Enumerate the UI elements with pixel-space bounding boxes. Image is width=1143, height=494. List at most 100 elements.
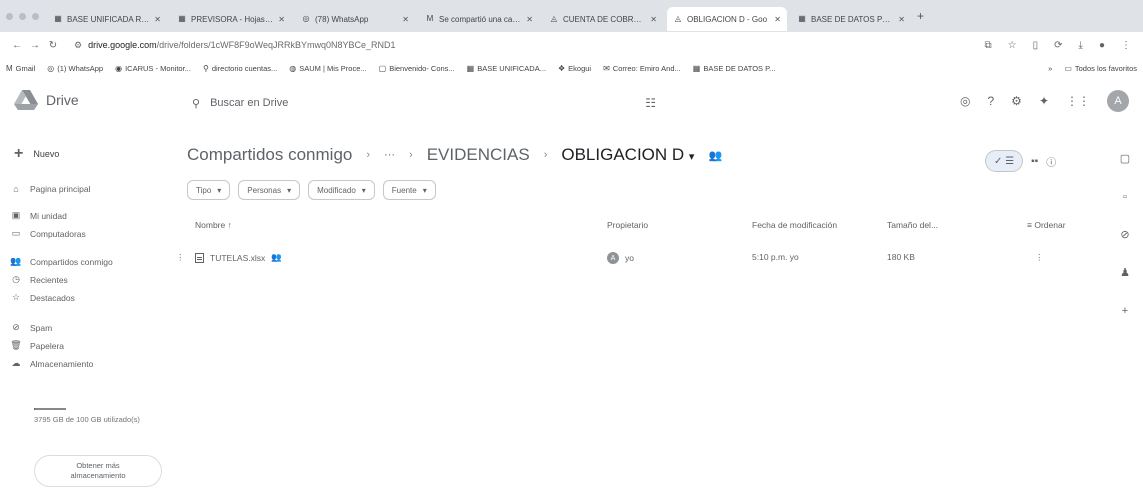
- bookmark-item[interactable]: ▦ BASE UNIFICADA...: [467, 64, 546, 73]
- size-column-header[interactable]: Tamaño del...: [887, 220, 938, 230]
- row-overflow-icon[interactable]: ⋮: [176, 252, 185, 263]
- close-icon[interactable]: ✕: [898, 15, 905, 24]
- bookmark-item[interactable]: ▢ Bienvenido- Cons...: [379, 64, 455, 73]
- url-field[interactable]: ⚙ drive.google.com /drive/folders/1cWF8F…: [68, 35, 948, 55]
- sort-options-label: Ordenar: [1034, 220, 1066, 230]
- gemini-sparkle-icon[interactable]: ✦: [1039, 94, 1049, 108]
- filter-chip[interactable]: Fuente ▾: [382, 180, 436, 200]
- owner-avatar: A: [607, 252, 619, 264]
- owner-column-header[interactable]: Propietario: [607, 220, 648, 230]
- browser-tab[interactable]: ▦ BASE DE DATOS PERS ✕: [791, 7, 911, 31]
- search-input[interactable]: ⚲ Buscar en Drive ☷: [180, 88, 670, 118]
- sync-icon[interactable]: ⟳: [1054, 40, 1062, 51]
- sidebar-item[interactable]: ◷ Recientes: [10, 274, 68, 285]
- gmail-icon: M: [426, 14, 434, 23]
- sidebar-item-label: Computadoras: [30, 228, 86, 239]
- browser-tab[interactable]: ▦ PREVISORA - Hojas de ✕: [171, 7, 291, 31]
- keep-icon[interactable]: ▫: [1123, 178, 1127, 216]
- account-avatar[interactable]: A: [1107, 90, 1129, 112]
- sidebar-item[interactable]: ⌂ Pagina principal: [10, 184, 90, 194]
- bookmark-item[interactable]: ◎ (1) WhatsApp: [47, 64, 103, 73]
- breadcrumb-ellipsis[interactable]: ···: [384, 149, 395, 161]
- all-bookmarks-label: Todos los favoritos: [1074, 63, 1137, 73]
- bookmark-item[interactable]: M Gmail: [6, 64, 35, 73]
- grid-view-icon[interactable]: ▪▪: [1031, 156, 1038, 167]
- chevron-right-icon: ›: [543, 149, 548, 161]
- browser-tab[interactable]: ▦ BASE UNIFICADA REGA ✕: [47, 7, 167, 31]
- details-info-icon[interactable]: ⓘ: [1046, 154, 1056, 169]
- maximize-window-dot[interactable]: [32, 12, 39, 20]
- close-icon[interactable]: ✕: [526, 15, 533, 24]
- bookmark-star-icon[interactable]: ☆: [1008, 40, 1017, 51]
- more-menu-icon[interactable]: ⋮: [1121, 40, 1131, 51]
- browser-tab[interactable]: ◎ (78) WhatsApp ✕: [295, 7, 415, 31]
- bookmark-item[interactable]: ❖ Ekogui: [558, 64, 591, 73]
- profile-icon[interactable]: ●: [1099, 40, 1105, 51]
- get-more-storage-button[interactable]: Obtener más almacenamiento: [34, 455, 162, 487]
- screenshot-icon[interactable]: ⧉: [985, 40, 992, 51]
- close-icon[interactable]: ✕: [278, 15, 285, 24]
- new-button[interactable]: + Nuevo: [14, 140, 59, 168]
- name-column-header[interactable]: Nombre ↑: [195, 220, 232, 230]
- close-icon[interactable]: ✕: [402, 15, 409, 24]
- sidebar-item[interactable]: ▭ Computadoras: [10, 228, 86, 239]
- forward-button[interactable]: →: [26, 40, 44, 51]
- extension-icon[interactable]: ▯: [1033, 40, 1039, 51]
- calendar-icon[interactable]: ▢: [1120, 140, 1130, 178]
- breadcrumb-current-folder[interactable]: OBLIGACION D ▾: [561, 145, 694, 165]
- file-name-cell[interactable]: TUTELAS.xlsx 👥: [195, 252, 282, 263]
- close-window-dot[interactable]: [6, 12, 13, 20]
- sidebar-item[interactable]: 👥 Compartidos conmigo: [10, 256, 112, 267]
- bookmark-item[interactable]: ⚲ directorio cuentas...: [203, 64, 277, 73]
- list-view-toggle[interactable]: ✓ ☰: [985, 150, 1024, 172]
- browser-tab[interactable]: M Se compartió una carpe ✕: [419, 7, 539, 31]
- window-controls[interactable]: [6, 12, 39, 20]
- add-addon-icon[interactable]: +: [1122, 292, 1128, 330]
- sidebar-item[interactable]: ☁ Almacenamiento: [10, 358, 94, 369]
- close-icon[interactable]: ✕: [650, 15, 657, 24]
- storage-usage-text: 3795 GB de 100 GB utilizado(s): [34, 415, 140, 424]
- settings-gear-icon[interactable]: ⚙: [1011, 94, 1022, 108]
- back-button[interactable]: ←: [8, 40, 26, 51]
- bookmark-item[interactable]: ◍ SAUM | Mis Proce...: [289, 64, 366, 73]
- breadcrumb-parent[interactable]: EVIDENCIAS: [427, 145, 530, 165]
- filter-chip[interactable]: Modificado ▾: [308, 180, 375, 200]
- search-icon[interactable]: ⚲: [192, 97, 200, 110]
- all-bookmarks-button[interactable]: ▭ Todos los favoritos: [1064, 64, 1137, 73]
- new-tab-button[interactable]: +: [917, 9, 924, 23]
- reload-button[interactable]: ↻: [44, 40, 62, 51]
- filter-chip[interactable]: Tipo ▾: [187, 180, 231, 200]
- url-path: /drive/folders/1cWF8F9oWeqJRRkBYmwq0N8YB…: [156, 40, 396, 50]
- file-row[interactable]: ⋮ TUTELAS.xlsx 👥 Ayo 5:10 p.m. yo 180 KB ⋮: [170, 246, 1057, 270]
- sort-arrow-up-icon[interactable]: ↑: [228, 220, 232, 230]
- sidebar-item[interactable]: ☆ Destacados: [10, 292, 75, 303]
- contacts-icon[interactable]: ♟: [1120, 254, 1130, 292]
- sidebar-item[interactable]: ▣ Mi unidad: [10, 210, 67, 221]
- bookmarks-overflow-icon[interactable]: »: [1048, 64, 1052, 73]
- close-icon[interactable]: ✕: [154, 15, 161, 24]
- breadcrumb-root[interactable]: Compartidos conmigo: [187, 145, 352, 165]
- apps-grid-icon[interactable]: ⋮⋮: [1066, 94, 1090, 108]
- filter-chip[interactable]: Personas ▾: [238, 180, 301, 200]
- more-actions-icon[interactable]: ⋮: [1035, 252, 1044, 263]
- offline-status-icon[interactable]: ◎: [960, 94, 970, 108]
- bookmark-item[interactable]: ◉ ICARUS - Monitor...: [115, 64, 191, 73]
- app-name: Drive: [46, 92, 79, 108]
- bookmark-item[interactable]: ▦ BASE DE DATOS P...: [693, 64, 776, 73]
- sidebar-item[interactable]: 🗑 Papelera: [10, 340, 64, 351]
- search-options-icon[interactable]: ☷: [645, 96, 656, 110]
- help-icon[interactable]: ?: [987, 94, 994, 108]
- close-icon[interactable]: ✕: [774, 15, 781, 24]
- browser-tab[interactable]: ◬ CUENTA DE COBRO 7 ✕: [543, 7, 663, 31]
- modified-column-header[interactable]: Fecha de modificación: [752, 220, 837, 230]
- folder-icon: ▭: [1064, 63, 1072, 73]
- sort-options-button[interactable]: ≡ Ordenar: [1027, 220, 1066, 230]
- browser-tab[interactable]: ◬ OBLIGACION D - Goo ✕: [667, 7, 787, 31]
- site-info-icon[interactable]: ⚙: [74, 40, 82, 51]
- drive-logo[interactable]: Drive: [14, 90, 79, 110]
- bookmark-item[interactable]: ✉ Correo: Emiro And...: [603, 64, 681, 73]
- minimize-window-dot[interactable]: [19, 12, 26, 20]
- sidebar-item[interactable]: ⊘ Spam: [10, 322, 52, 333]
- download-icon[interactable]: ⤓: [1079, 40, 1083, 51]
- tasks-icon[interactable]: ⊘: [1120, 216, 1129, 254]
